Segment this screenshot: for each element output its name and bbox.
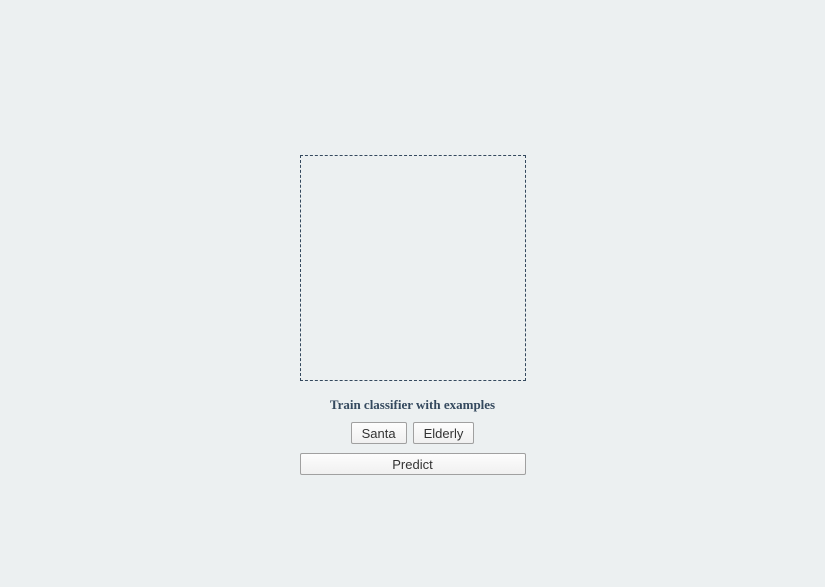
class-b-button[interactable]: Elderly [413,422,475,444]
predict-button[interactable]: Predict [300,453,526,475]
video-dropzone[interactable] [300,155,526,381]
main-container: Train classifier with examples Santa Eld… [0,0,825,587]
heading-text: Train classifier with examples [330,397,495,413]
class-a-button[interactable]: Santa [351,422,407,444]
class-button-row: Santa Elderly [351,422,475,444]
